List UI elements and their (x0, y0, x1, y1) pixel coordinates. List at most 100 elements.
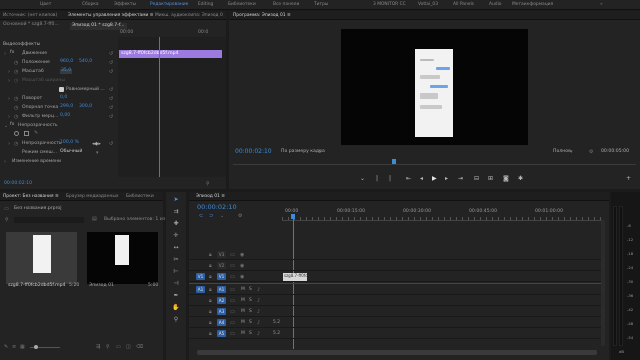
tab-effect-controls[interactable]: Элементы управления эффектами ≡ (68, 13, 153, 18)
track-select-icon[interactable]: ⇉ (172, 208, 180, 216)
mic-icon[interactable]: ♪ (257, 309, 260, 315)
vertical-scrollbar[interactable] (601, 220, 605, 346)
workspace-tab[interactable]: Метаинформация (512, 2, 553, 7)
expand-icon[interactable]: › (8, 114, 10, 120)
lock-icon[interactable]: 🔒︎ (209, 320, 212, 326)
workspace-tab[interactable]: Титры (314, 2, 328, 7)
track-row-v1[interactable]: V1 🔒︎ V1 ▭ ◉ szg8.7-ff0fc (189, 272, 604, 282)
new-bin-icon[interactable]: ▭ (116, 344, 121, 350)
sync-lock-icon[interactable]: ▭ (230, 287, 235, 293)
add-marker-icon[interactable]: ⌄ (220, 213, 224, 219)
snap-icon[interactable]: ⊂ (199, 213, 203, 219)
track-row-a1[interactable]: A1 🔒︎ A1 ▭ M S ♪ (189, 285, 604, 295)
source-patch-v1[interactable]: V1 (196, 273, 205, 280)
flicker-value[interactable]: 0,00 (60, 113, 70, 119)
sync-lock-icon[interactable]: ▭ (230, 263, 235, 269)
quality-dropdown[interactable]: Полное (553, 149, 571, 155)
chevron-down-icon[interactable]: ▾ (96, 150, 99, 156)
track-label[interactable]: V2 (217, 262, 226, 269)
ellipse-mask-icon[interactable] (14, 131, 19, 136)
trash-icon[interactable]: ⌫ (136, 344, 143, 350)
step-back-icon[interactable]: ◂ (420, 175, 423, 182)
track-label[interactable]: A2 (217, 297, 226, 304)
chevron-down-icon[interactable]: ▾ (319, 149, 322, 155)
mute-button[interactable]: M (241, 309, 245, 314)
solo-button[interactable]: S (249, 331, 252, 336)
mic-icon[interactable]: ♪ (257, 320, 260, 326)
sync-lock-icon[interactable]: ▭ (230, 252, 235, 258)
rate-stretch-icon[interactable]: ↔ (172, 244, 180, 252)
reset-icon[interactable]: ↺ (109, 87, 113, 93)
stopwatch-icon[interactable]: ◷ (14, 105, 18, 111)
track-label[interactable]: A5 (217, 330, 226, 337)
solo-button[interactable]: S (249, 320, 252, 325)
pen-mask-icon[interactable]: ✎ (34, 130, 38, 136)
automate-icon[interactable]: ⇶ (96, 344, 100, 350)
mute-button[interactable]: M (241, 298, 245, 303)
lock-icon[interactable]: 🔒︎ (209, 331, 212, 337)
program-title[interactable]: Программа: Эпизод 01 ≡ (233, 13, 291, 18)
bottom-timecode[interactable]: 00:00:02:10 (4, 181, 32, 187)
rectangle-mask-icon[interactable] (24, 131, 29, 136)
reset-icon[interactable]: ↺ (109, 105, 113, 111)
hand-icon[interactable]: ✋ (172, 304, 180, 312)
sync-lock-icon[interactable]: ▭ (230, 274, 235, 280)
stopwatch-icon[interactable]: ◷ (14, 69, 18, 75)
rotation-value[interactable]: 0,0 (60, 95, 67, 101)
tab-source[interactable]: Источник: (нет клипов) (3, 13, 57, 18)
insert-icon[interactable]: ⊟ (474, 175, 479, 182)
eye-icon[interactable]: ◉ (240, 252, 244, 258)
sequence-clip-title[interactable]: Эпизод 01 * szg8.7-f... (70, 23, 127, 30)
go-to-out-icon[interactable]: ⇥ (458, 175, 463, 182)
overwrite-icon[interactable]: ⊞ (488, 175, 493, 182)
stopwatch-icon[interactable]: ◷ (14, 114, 18, 120)
sync-lock-icon[interactable]: ▭ (230, 298, 235, 304)
more-icon[interactable]: » (600, 2, 603, 7)
pen-icon[interactable]: ✒ (172, 292, 180, 300)
lock-icon[interactable]: 🔒︎ (209, 309, 212, 315)
workspace-tab[interactable]: Все панели (273, 2, 299, 7)
playhead-marker[interactable] (392, 159, 396, 164)
eye-icon[interactable]: ◉ (240, 274, 244, 280)
tab-libraries[interactable]: Библиотеки (126, 194, 154, 199)
tab-sequence[interactable]: Эпизод 01 ≡ (196, 194, 225, 199)
mute-button[interactable]: M (241, 331, 245, 336)
lock-icon[interactable]: 🔒︎ (209, 287, 212, 293)
new-item-icon[interactable]: ◫ (126, 344, 131, 350)
track-label[interactable]: A4 (217, 319, 226, 326)
solo-button[interactable]: S (249, 298, 252, 303)
timeline-clip[interactable]: szg8.7-ff0fc (283, 273, 307, 281)
mute-button[interactable]: M (241, 320, 245, 325)
anchor-y-value[interactable]: 300,0 (79, 104, 92, 110)
scale-value[interactable]: 35,0 (60, 68, 73, 74)
reset-icon[interactable]: ↺ (109, 51, 113, 57)
stopwatch-icon[interactable]: ◷ (14, 141, 18, 147)
workspace-tab[interactable]: Audio (489, 2, 501, 7)
expand-icon[interactable]: › (8, 69, 10, 75)
workspace-tab[interactable]: All Panels (453, 2, 474, 7)
wrench-icon[interactable]: ⚙ (589, 149, 593, 155)
export-frame-icon[interactable]: ◙ (503, 175, 509, 182)
tab-project[interactable]: Проект: Без названия ≡ (3, 194, 59, 199)
anchor-x-value[interactable]: 299,0 (60, 104, 73, 110)
sync-lock-icon[interactable]: ▭ (230, 331, 235, 337)
workspace-tab[interactable]: Библиотеки (228, 2, 256, 7)
lock-icon[interactable]: 🔒︎ (209, 274, 212, 280)
reset-icon[interactable]: ↺ (109, 96, 113, 102)
track-row-v2[interactable]: 🔒︎ V2 ▭ ◉ (189, 261, 604, 271)
sync-lock-icon[interactable]: ▭ (230, 309, 235, 315)
slip-icon[interactable]: ⊢ (172, 268, 180, 276)
zoom-icon[interactable]: ⚲ (172, 316, 180, 324)
folder-icon[interactable]: ▤ (92, 216, 97, 222)
settings-icon[interactable]: ✱ (518, 175, 523, 182)
mic-icon[interactable]: ♪ (257, 298, 260, 304)
reset-icon[interactable]: ↺ (109, 69, 113, 75)
position-y-value[interactable]: 540,0 (79, 59, 92, 65)
program-timecode[interactable]: 00:00:02:10 (235, 149, 272, 155)
step-forward-icon[interactable]: ▸ (445, 175, 448, 182)
marker-icon[interactable]: ⌄ (360, 175, 365, 182)
track-row-a4[interactable]: 🔒︎ A4 ▭ M S ♪ 5.2 (189, 318, 604, 328)
search-icon[interactable]: ⚲ (5, 217, 9, 223)
track-row-v3[interactable]: 🔒︎ V3 ▭ ◉ (189, 250, 604, 260)
mic-icon[interactable]: ♪ (257, 287, 260, 293)
